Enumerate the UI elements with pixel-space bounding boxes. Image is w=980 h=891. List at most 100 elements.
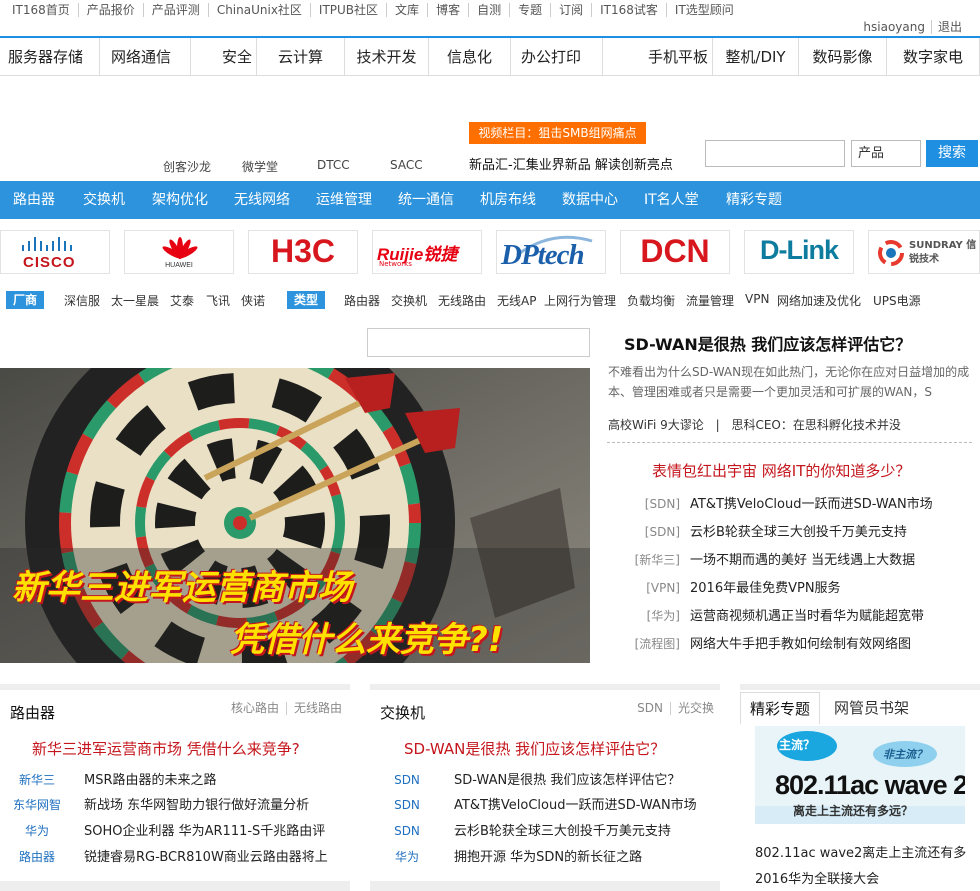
- vendor-filter[interactable]: 飞讯: [206, 292, 230, 309]
- sublink-sacc[interactable]: SACC: [390, 158, 423, 172]
- top-link[interactable]: 产品报价: [79, 3, 144, 17]
- row-category[interactable]: SDN: [370, 798, 444, 812]
- module-row[interactable]: SDN AT&T携VeloCloud一跃而进SD-WAN市场: [370, 794, 697, 813]
- topic-nav-item[interactable]: 数据中心: [562, 181, 618, 219]
- news-item[interactable]: [新华三] 一场不期而遇的美好 当无线遇上大数据: [608, 549, 916, 568]
- channel-item[interactable]: 手机平板: [603, 38, 713, 76]
- topic-nav-item[interactable]: 精彩专题: [726, 181, 782, 219]
- topic-nav-item[interactable]: 机房布线: [480, 181, 536, 219]
- news-item-title[interactable]: 云杉B轮获全球三大创投千万美元支持: [690, 525, 907, 540]
- search-button[interactable]: 搜索: [926, 140, 978, 167]
- tab-special-topics[interactable]: 精彩专题: [740, 692, 820, 724]
- row-title[interactable]: SD-WAN是很热 我们应该怎样评估它？: [454, 773, 680, 788]
- channel-item[interactable]: 办公打印: [511, 38, 603, 76]
- news-item[interactable]: [VPN] 2016年最佳免费VPN服务: [608, 577, 840, 596]
- brand-logo-huawei[interactable]: HUAWEI: [124, 230, 234, 274]
- news-item[interactable]: [流程图] 网络大牛手把手教如何绘制有效网络图: [608, 633, 911, 652]
- row-category[interactable]: SDN: [370, 824, 444, 838]
- search-category-select[interactable]: 产品: [851, 140, 921, 167]
- top-link[interactable]: 专题: [510, 3, 552, 17]
- module-row[interactable]: 东华网智 新战场 东华网智助力银行做好流量分析: [0, 794, 309, 813]
- top-link[interactable]: IT选型顾问: [667, 3, 742, 17]
- row-category[interactable]: 华为: [0, 822, 74, 839]
- module-row[interactable]: SDN 云杉B轮获全球三大创投千万美元支持: [370, 820, 671, 839]
- special-caption[interactable]: 2016华为全联接大会: [755, 868, 879, 887]
- channel-item[interactable]: 技术开发: [345, 38, 429, 76]
- module-sublink[interactable]: 光交换: [671, 702, 714, 715]
- module-row[interactable]: 华为 拥抱开源 华为SDN的新长征之路: [370, 846, 642, 865]
- channel-item[interactable]: 服务器存储: [0, 38, 100, 76]
- row-category[interactable]: 新华三: [0, 771, 74, 788]
- brand-logo-dcn[interactable]: DCN: [620, 230, 730, 274]
- topic-nav-item[interactable]: 无线网络: [234, 181, 290, 219]
- channel-item[interactable]: 整机/DIY: [713, 38, 799, 76]
- sublink-micro-class[interactable]: 微学堂: [242, 158, 278, 175]
- top-link[interactable]: 自测: [469, 3, 511, 17]
- special-caption[interactable]: 802.11ac wave2离走上主流还有多: [755, 842, 966, 861]
- top-link[interactable]: ITPUB社区: [311, 3, 388, 17]
- special-topic-image[interactable]: 主流？ 非主流？ 802.11ac wave 2 离走上主流还有多远？: [755, 726, 965, 824]
- news-item[interactable]: [SDN] 云杉B轮获全球三大创投千万美元支持: [608, 521, 907, 540]
- news-item-title[interactable]: 运营商视频机遇正当时看华为赋能超宽带: [690, 609, 924, 624]
- sublink-dtcc[interactable]: DTCC: [317, 158, 350, 172]
- row-title[interactable]: 云杉B轮获全球三大创投千万美元支持: [454, 824, 671, 839]
- news-item[interactable]: [SDN] AT&T携VeloCloud一跃而进SD-WAN市场: [608, 493, 933, 512]
- module-sublink[interactable]: 无线路由: [287, 702, 342, 715]
- type-filter[interactable]: 无线AP: [497, 292, 536, 309]
- topic-nav-item[interactable]: IT名人堂: [644, 181, 699, 219]
- vendor-filter[interactable]: 艾泰: [170, 292, 194, 309]
- module-title[interactable]: 路由器: [10, 702, 55, 723]
- row-category[interactable]: SDN: [370, 773, 444, 787]
- topic-nav-item[interactable]: 统一通信: [398, 181, 454, 219]
- hero-banner[interactable]: 新华三进军运营商市场 凭借什么来竞争?!: [0, 368, 590, 663]
- module-sublink[interactable]: 核心路由: [224, 702, 287, 715]
- module-title[interactable]: 交换机: [380, 702, 425, 723]
- featured-headline[interactable]: 表情包红出宇宙 网络IT的你知道多少？: [652, 460, 910, 481]
- news-link[interactable]: 思科CEO：在思科孵化技术并没: [731, 418, 900, 432]
- topic-nav-item[interactable]: 运维管理: [316, 181, 372, 219]
- vendor-filter[interactable]: 太一星晨: [111, 292, 159, 309]
- top-link[interactable]: 博客: [428, 3, 470, 17]
- sublink-maker-salon[interactable]: 创客沙龙: [163, 158, 211, 175]
- row-title[interactable]: 锐捷睿易RG-BCR810W商业云路由器将上: [84, 850, 328, 865]
- row-title[interactable]: MSR路由器的未来之路: [84, 773, 217, 788]
- channel-item[interactable]: 云计算: [257, 38, 345, 76]
- module-sublink[interactable]: SDN: [630, 702, 671, 715]
- top-link[interactable]: IT168试客: [592, 3, 667, 17]
- row-title[interactable]: SOHO企业利器 华为AR111-S千兆路由评: [84, 824, 325, 839]
- news-item-title[interactable]: 一场不期而遇的美好 当无线遇上大数据: [690, 553, 915, 568]
- row-category[interactable]: 东华网智: [0, 796, 74, 813]
- topic-nav-item[interactable]: 路由器: [13, 181, 55, 219]
- module-row[interactable]: SDN SD-WAN是很热 我们应该怎样评估它？: [370, 769, 680, 788]
- row-title[interactable]: AT&T携VeloCloud一跃而进SD-WAN市场: [454, 798, 697, 813]
- channel-item[interactable]: 安全: [191, 38, 257, 76]
- hero-search-box[interactable]: [367, 328, 590, 357]
- topic-nav-item[interactable]: 交换机: [83, 181, 125, 219]
- row-category[interactable]: 路由器: [0, 848, 74, 865]
- news-item-title[interactable]: 网络大牛手把手教如何绘制有效网络图: [690, 637, 911, 652]
- vendor-filter[interactable]: 侠诺: [241, 292, 265, 309]
- news-link[interactable]: 高校WiFi 9大谬论: [608, 418, 704, 432]
- type-filter[interactable]: 无线路由: [438, 292, 486, 309]
- topic-nav-item[interactable]: 架构优化: [152, 181, 208, 219]
- module-headline[interactable]: 新华三进军运营商市场 凭借什么来竞争?: [32, 738, 300, 759]
- module-row[interactable]: 新华三 MSR路由器的未来之路: [0, 769, 217, 788]
- brand-logo-sundray[interactable]: SUNDRAY 信锐技术: [868, 230, 980, 274]
- username-link[interactable]: hsiaoyang: [857, 20, 932, 34]
- vendor-filter[interactable]: 深信服: [64, 292, 100, 309]
- module-row[interactable]: 华为 SOHO企业利器 华为AR111-S千兆路由评: [0, 820, 325, 839]
- top-link[interactable]: ChinaUnix社区: [209, 3, 311, 17]
- row-title[interactable]: 新战场 东华网智助力银行做好流量分析: [84, 798, 309, 813]
- top-link[interactable]: 订阅: [551, 3, 593, 17]
- top-link[interactable]: IT168首页: [12, 3, 79, 17]
- brand-logo-h3c[interactable]: H3C: [248, 230, 358, 274]
- top-link[interactable]: 产品评测: [144, 3, 209, 17]
- new-products-promo[interactable]: 新品汇-汇集业界新品 解读创新亮点: [469, 154, 673, 173]
- brand-logo-ruijie[interactable]: Ruijie锐捷 Networks: [372, 230, 482, 274]
- tab-admin-books[interactable]: 网管员书架: [834, 692, 909, 724]
- video-column-tag[interactable]: 视频栏目：狙击SMB组网痛点: [469, 122, 646, 144]
- channel-item[interactable]: 信息化: [429, 38, 511, 76]
- lead-news-title[interactable]: SD-WAN是很热 我们应该怎样评估它？: [624, 331, 911, 355]
- module-row[interactable]: 路由器 锐捷睿易RG-BCR810W商业云路由器将上: [0, 846, 328, 865]
- type-filter[interactable]: 上网行为管理: [544, 292, 616, 309]
